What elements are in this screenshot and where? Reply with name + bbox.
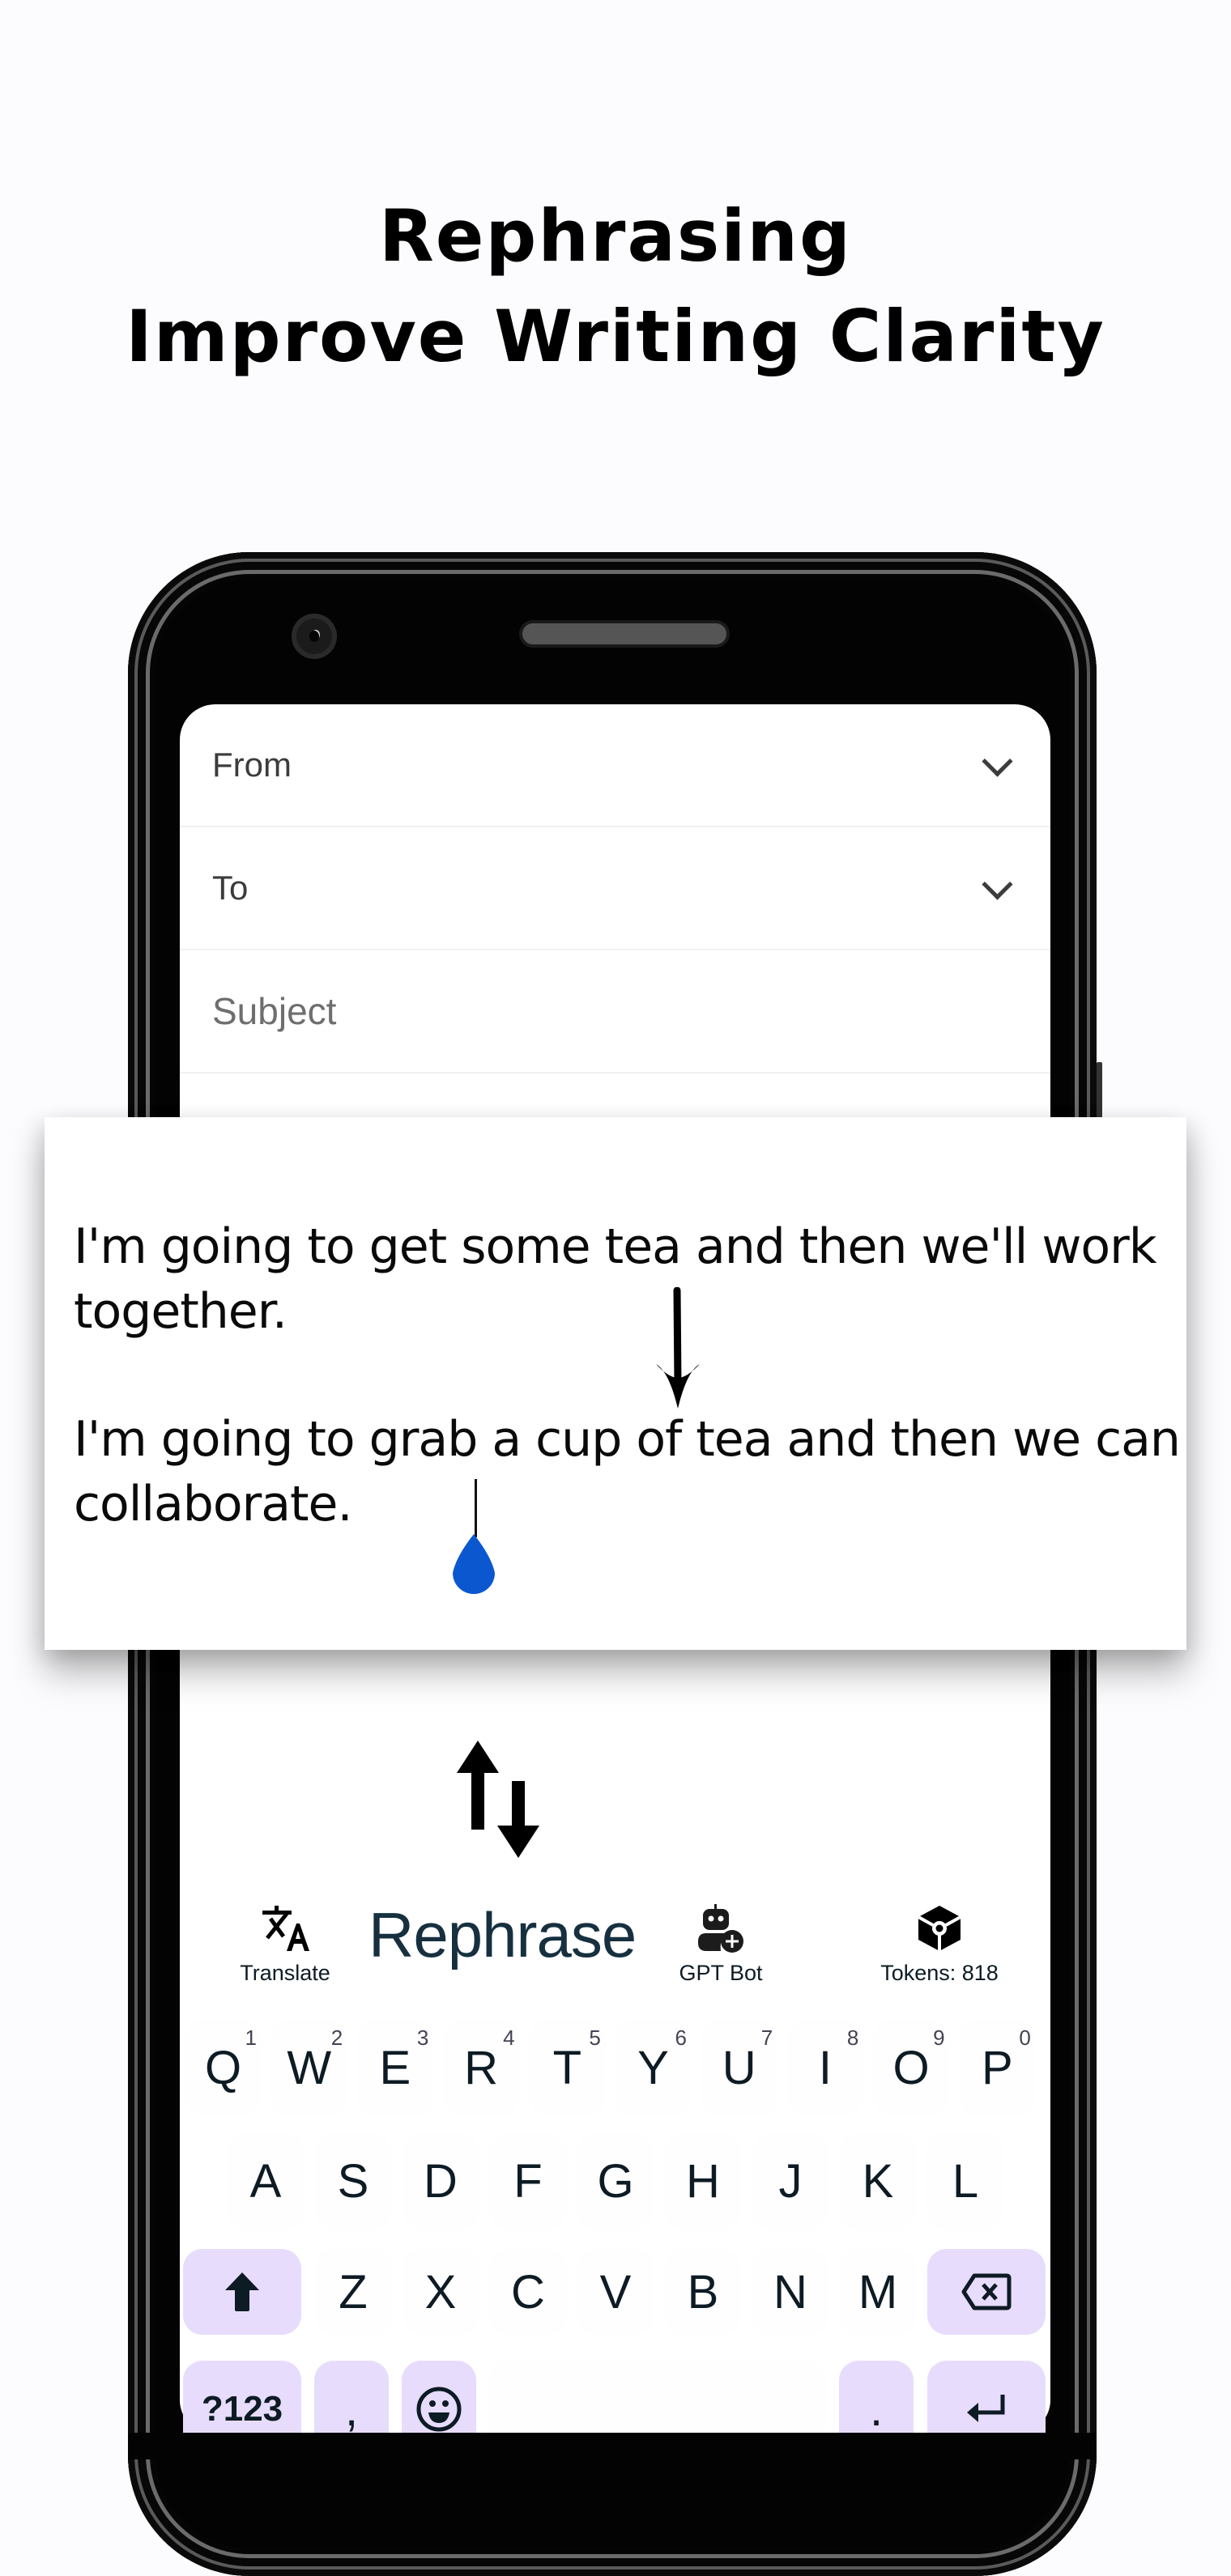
key-d[interactable]: D xyxy=(402,2132,479,2230)
key-e[interactable]: E3 xyxy=(356,2019,434,2116)
rephrased-text[interactable]: I'm going to grab a cup of tea and then … xyxy=(74,1407,1199,1537)
key-i[interactable]: I8 xyxy=(786,2019,864,2116)
key-c[interactable]: C xyxy=(489,2249,567,2335)
subject-field[interactable]: Subject xyxy=(180,950,1050,1073)
key-x[interactable]: X xyxy=(402,2249,479,2335)
key-label: T xyxy=(552,2041,582,2094)
key-number-hint: 5 xyxy=(589,2026,601,2050)
key-label: R xyxy=(464,2041,499,2094)
from-field[interactable]: From xyxy=(180,704,1050,827)
key-h[interactable]: H xyxy=(664,2132,742,2230)
robot-add-icon xyxy=(698,1904,743,1953)
rephrase-preview-card: I'm going to get some tea and then we'll… xyxy=(45,1117,1186,1650)
keyboard-row-1: Q1W2E3R4T5Y6U7I8O9P0 xyxy=(180,2019,1050,2116)
key-q[interactable]: Q1 xyxy=(185,2019,262,2116)
text-cursor xyxy=(475,1479,477,1537)
translate-button[interactable]: Translate xyxy=(228,1902,342,1986)
to-label: To xyxy=(212,869,249,907)
enter-icon xyxy=(967,2395,1005,2422)
headline: Rephrasing Improve Writing Clarity xyxy=(0,186,1231,387)
tokens-button[interactable]: Tokens: 818 xyxy=(875,1902,1004,1986)
key-j[interactable]: J xyxy=(752,2132,829,2230)
key-label: I xyxy=(818,2041,832,2094)
to-field[interactable]: To xyxy=(180,827,1050,950)
key-label: O xyxy=(892,2041,930,2094)
tokens-label: Tokens: 818 xyxy=(880,1961,999,1985)
key-label: E xyxy=(379,2041,411,2094)
front-camera xyxy=(292,614,337,659)
key-label: Y xyxy=(637,2041,669,2094)
arrow-down-icon xyxy=(656,1287,700,1409)
key-f[interactable]: F xyxy=(489,2132,567,2230)
emoji-icon xyxy=(416,2387,462,2432)
key-g[interactable]: G xyxy=(577,2132,654,2230)
keyboard-row-3: ZXCVBNM xyxy=(180,2249,1050,2335)
key-v[interactable]: V xyxy=(577,2249,654,2335)
key-number-hint: 2 xyxy=(330,2026,343,2050)
from-label: From xyxy=(212,746,292,784)
key-number-hint: 7 xyxy=(760,2026,773,2050)
translate-icon xyxy=(262,1906,309,1951)
key-w[interactable]: W2 xyxy=(270,2019,348,2116)
shift-arrow-icon xyxy=(225,2272,259,2311)
swap-vertical-icon xyxy=(457,1741,539,1858)
key-number-hint: 6 xyxy=(675,2026,687,2050)
earpiece-speaker xyxy=(522,623,726,644)
key-k[interactable]: K xyxy=(839,2132,917,2230)
key-number-hint: 9 xyxy=(933,2026,945,2050)
gpt-bot-button[interactable]: GPT Bot xyxy=(672,1902,769,1986)
key-number-hint: 0 xyxy=(1019,2026,1031,2050)
gpt-bot-label: GPT Bot xyxy=(679,1961,763,1985)
key-r[interactable]: R4 xyxy=(442,2019,520,2116)
key-u[interactable]: U7 xyxy=(701,2019,778,2116)
key-s[interactable]: S xyxy=(314,2132,392,2230)
shift-key[interactable] xyxy=(183,2249,301,2335)
headline-line-1: Rephrasing xyxy=(378,194,853,278)
key-z[interactable]: Z xyxy=(314,2249,392,2335)
key-m[interactable]: M xyxy=(839,2249,917,2335)
phone-side-button xyxy=(1097,1062,1102,1119)
key-y[interactable]: Y6 xyxy=(615,2019,692,2116)
key-n[interactable]: N xyxy=(752,2249,829,2335)
key-number-hint: 8 xyxy=(846,2026,859,2050)
key-b[interactable]: B xyxy=(664,2249,742,2335)
key-label: Q xyxy=(204,2041,242,2094)
subject-placeholder: Subject xyxy=(212,990,337,1032)
key-number-hint: 4 xyxy=(503,2026,515,2050)
rephrase-button[interactable]: Rephrase xyxy=(368,1898,637,1972)
translate-label: Translate xyxy=(240,1961,330,1985)
key-label: W xyxy=(287,2041,332,2094)
cube-icon xyxy=(918,1906,961,1951)
headline-line-2: Improve Writing Clarity xyxy=(126,295,1105,378)
key-a[interactable]: A xyxy=(227,2132,305,2230)
key-t[interactable]: T5 xyxy=(528,2019,606,2116)
key-number-hint: 1 xyxy=(245,2026,257,2050)
chevron-down-icon[interactable] xyxy=(982,869,1013,900)
backspace-key[interactable] xyxy=(927,2249,1046,2335)
key-label: P xyxy=(981,2041,1013,2094)
key-l[interactable]: L xyxy=(926,2132,1004,2230)
phone-bottom-bezel xyxy=(128,2433,1097,2459)
backspace-icon xyxy=(961,2273,1012,2310)
cursor-handle[interactable] xyxy=(441,1532,506,1601)
keyboard-row-2: ASDFGHJKL xyxy=(180,2132,1050,2230)
original-text: I'm going to get some tea and then we'll… xyxy=(74,1218,1157,1340)
key-o[interactable]: O9 xyxy=(872,2019,950,2116)
key-p[interactable]: P0 xyxy=(958,2019,1036,2116)
key-label: U xyxy=(722,2041,756,2094)
key-number-hint: 3 xyxy=(416,2026,429,2050)
chevron-down-icon[interactable] xyxy=(982,746,1013,777)
